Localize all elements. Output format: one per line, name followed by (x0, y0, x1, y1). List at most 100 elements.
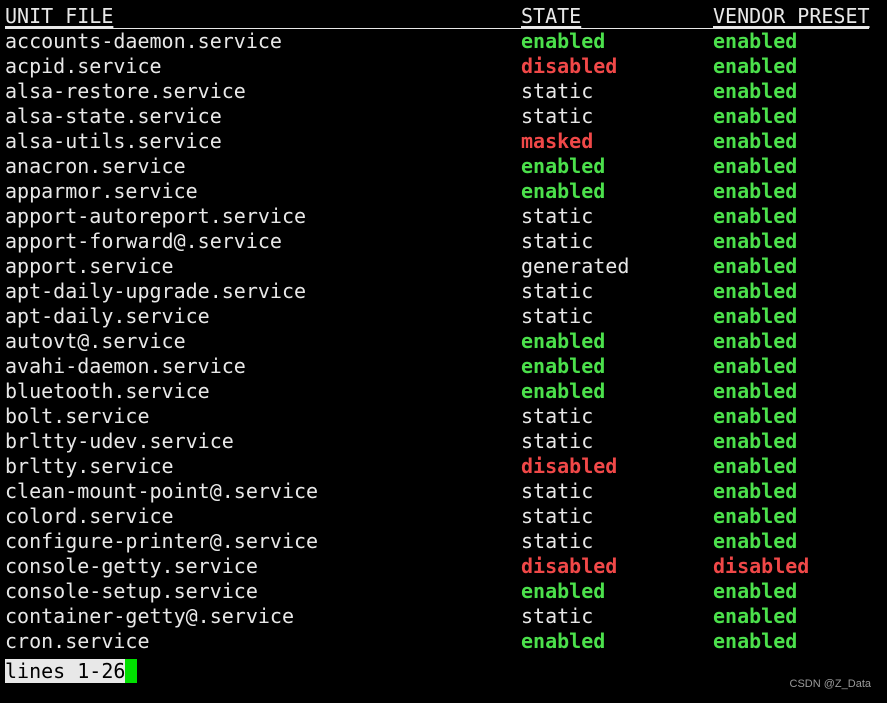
unit-state: static (521, 479, 594, 503)
watermark: CSDN @Z_Data (789, 678, 871, 690)
unit-file-name: apt-daily-upgrade.service (5, 279, 307, 303)
unit-file-name: container-getty@.service (5, 604, 294, 628)
table-row: container-getty@.service static enabled (0, 604, 887, 629)
unit-file-name: brltty.service (5, 454, 174, 478)
unit-state: generated (521, 254, 630, 278)
unit-vendor-preset: enabled (713, 254, 798, 278)
table-row: apparmor.service enabled enabled (0, 179, 887, 204)
unit-state: static (521, 529, 594, 553)
unit-vendor-preset: enabled (713, 79, 798, 103)
table-header: UNIT FILE STATE VENDOR PRESET (0, 4, 887, 29)
unit-vendor-preset: enabled (713, 129, 798, 153)
table-row: accounts-daemon.service enabled enabled (0, 29, 887, 54)
table-row: brltty-udev.service static enabled (0, 429, 887, 454)
table-row: acpid.service disabled enabled (0, 54, 887, 79)
unit-file-name: apport-autoreport.service (5, 204, 307, 228)
column-header-state: STATE (521, 4, 582, 28)
unit-state: enabled (521, 379, 606, 403)
unit-state: static (521, 104, 594, 128)
unit-file-name: brltty-udev.service (5, 429, 234, 453)
table-row: apport-forward@.service static enabled (0, 229, 887, 254)
pager-status-line: lines 1-26 (5, 659, 138, 683)
unit-vendor-preset: enabled (713, 454, 798, 478)
unit-state: enabled (521, 629, 606, 653)
unit-state: static (521, 304, 594, 328)
unit-state: static (521, 204, 594, 228)
unit-vendor-preset: enabled (713, 304, 798, 328)
table-row: autovt@.service enabled enabled (0, 329, 887, 354)
unit-vendor-preset: enabled (713, 354, 798, 378)
unit-vendor-preset: enabled (713, 404, 798, 428)
unit-state: masked (521, 129, 594, 153)
unit-file-name: colord.service (5, 504, 174, 528)
unit-state: enabled (521, 329, 606, 353)
unit-vendor-preset: enabled (713, 379, 798, 403)
unit-file-name: apt-daily.service (5, 304, 210, 328)
table-row: alsa-utils.service masked enabled (0, 129, 887, 154)
unit-file-name: anacron.service (5, 154, 186, 178)
unit-state: static (521, 79, 594, 103)
table-row: bolt.service static enabled (0, 404, 887, 429)
unit-state: disabled (521, 554, 618, 578)
unit-vendor-preset: enabled (713, 529, 798, 553)
unit-vendor-preset: enabled (713, 229, 798, 253)
unit-vendor-preset: enabled (713, 429, 798, 453)
terminal-window[interactable]: UNIT FILE STATE VENDOR PRESET accounts-d… (0, 4, 887, 703)
unit-state: enabled (521, 354, 606, 378)
pager-status-text: lines 1-26 (5, 659, 126, 683)
unit-file-name: alsa-restore.service (5, 79, 246, 103)
unit-state: enabled (521, 579, 606, 603)
unit-vendor-preset: enabled (713, 104, 798, 128)
unit-vendor-preset: enabled (713, 54, 798, 78)
table-row: brltty.service disabled enabled (0, 454, 887, 479)
unit-state: static (521, 279, 594, 303)
unit-vendor-preset: enabled (713, 29, 798, 53)
unit-file-name: alsa-state.service (5, 104, 222, 128)
unit-file-name: acpid.service (5, 54, 162, 78)
unit-file-name: alsa-utils.service (5, 129, 222, 153)
table-row: bluetooth.service enabled enabled (0, 379, 887, 404)
unit-vendor-preset: enabled (713, 479, 798, 503)
table-row: apport-autoreport.service static enabled (0, 204, 887, 229)
table-row: apt-daily-upgrade.service static enabled (0, 279, 887, 304)
table-row: alsa-state.service static enabled (0, 104, 887, 129)
unit-file-name: console-setup.service (5, 579, 258, 603)
unit-state: static (521, 429, 594, 453)
unit-vendor-preset: disabled (713, 554, 810, 578)
column-header-vendor-preset: VENDOR PRESET (713, 4, 870, 28)
unit-state: enabled (521, 29, 606, 53)
unit-vendor-preset: enabled (713, 204, 798, 228)
unit-vendor-preset: enabled (713, 629, 798, 653)
unit-file-name: apparmor.service (5, 179, 198, 203)
table-row: apport.service generated enabled (0, 254, 887, 279)
unit-vendor-preset: enabled (713, 279, 798, 303)
table-row: console-setup.service enabled enabled (0, 579, 887, 604)
unit-file-name: configure-printer@.service (5, 529, 319, 553)
table-row: cron.service enabled enabled (0, 629, 887, 654)
unit-state: static (521, 604, 594, 628)
table-row: clean-mount-point@.service static enabled (0, 479, 887, 504)
unit-vendor-preset: enabled (713, 154, 798, 178)
table-row: apt-daily.service static enabled (0, 304, 887, 329)
unit-file-name: bluetooth.service (5, 379, 210, 403)
unit-file-name: console-getty.service (5, 554, 258, 578)
unit-file-name: accounts-daemon.service (5, 29, 282, 53)
unit-file-name: apport-forward@.service (5, 229, 282, 253)
unit-state: enabled (521, 179, 606, 203)
unit-file-name: avahi-daemon.service (5, 354, 246, 378)
unit-file-name: cron.service (5, 629, 150, 653)
unit-file-name: bolt.service (5, 404, 150, 428)
unit-file-name: autovt@.service (5, 329, 186, 353)
unit-file-name: apport.service (5, 254, 174, 278)
unit-vendor-preset: enabled (713, 329, 798, 353)
unit-file-name: clean-mount-point@.service (5, 479, 319, 503)
table-row: colord.service static enabled (0, 504, 887, 529)
unit-vendor-preset: enabled (713, 579, 798, 603)
unit-state: static (521, 404, 594, 428)
unit-state: disabled (521, 454, 618, 478)
table-row: console-getty.service disabled disabled (0, 554, 887, 579)
table-row: alsa-restore.service static enabled (0, 79, 887, 104)
table-row: anacron.service enabled enabled (0, 154, 887, 179)
table-row: configure-printer@.service static enabled (0, 529, 887, 554)
text-cursor (125, 659, 138, 683)
